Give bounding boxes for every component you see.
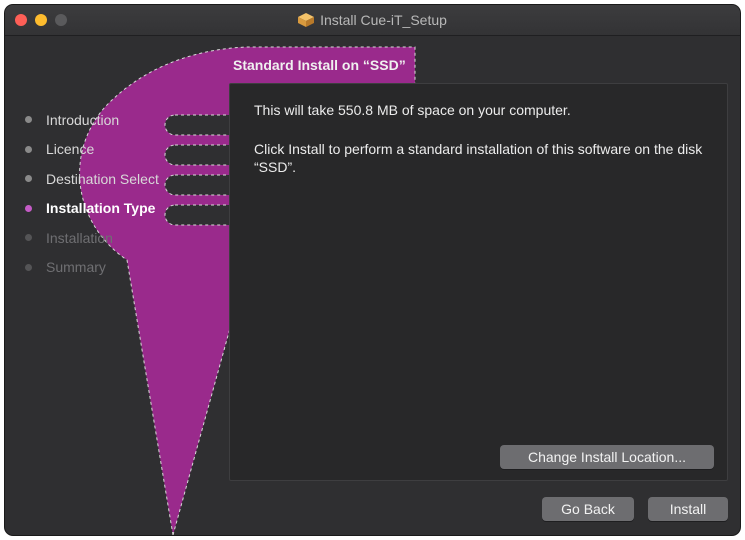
window-title-text: Install Cue-iT_Setup [320,12,447,28]
install-button[interactable]: Install [648,497,728,521]
step-bullet [25,234,32,242]
step-destination-select: Destination Select [25,164,159,194]
step-summary: Summary [25,253,159,283]
step-bullet [25,175,32,183]
step-bullet [25,263,32,271]
package-icon [298,13,315,27]
step-bullet [25,116,32,124]
change-install-location-button[interactable]: Change Install Location... [500,445,714,469]
installer-steps-list: Introduction Licence Destination Select … [25,105,159,282]
page-heading: Standard Install on “SSD” [233,57,406,73]
window-title: Install Cue-iT_Setup [5,12,740,30]
step-bullet [25,145,32,153]
step-licence: Licence [25,135,159,165]
installer-window: Install Cue-iT_Setup Introduction Licenc… [5,5,740,535]
step-bullet-current [25,204,32,212]
title-bar[interactable]: Install Cue-iT_Setup [5,5,740,36]
install-instructions-text: Click Install to perform a standard inst… [254,141,703,175]
disk-space-text: This will take 550.8 MB of space on your… [254,102,571,118]
step-installation-type: Installation Type [25,194,159,224]
install-info-panel: This will take 550.8 MB of space on your… [229,83,728,481]
go-back-button[interactable]: Go Back [542,497,634,521]
step-introduction: Introduction [25,105,159,135]
step-installation: Installation [25,223,159,253]
